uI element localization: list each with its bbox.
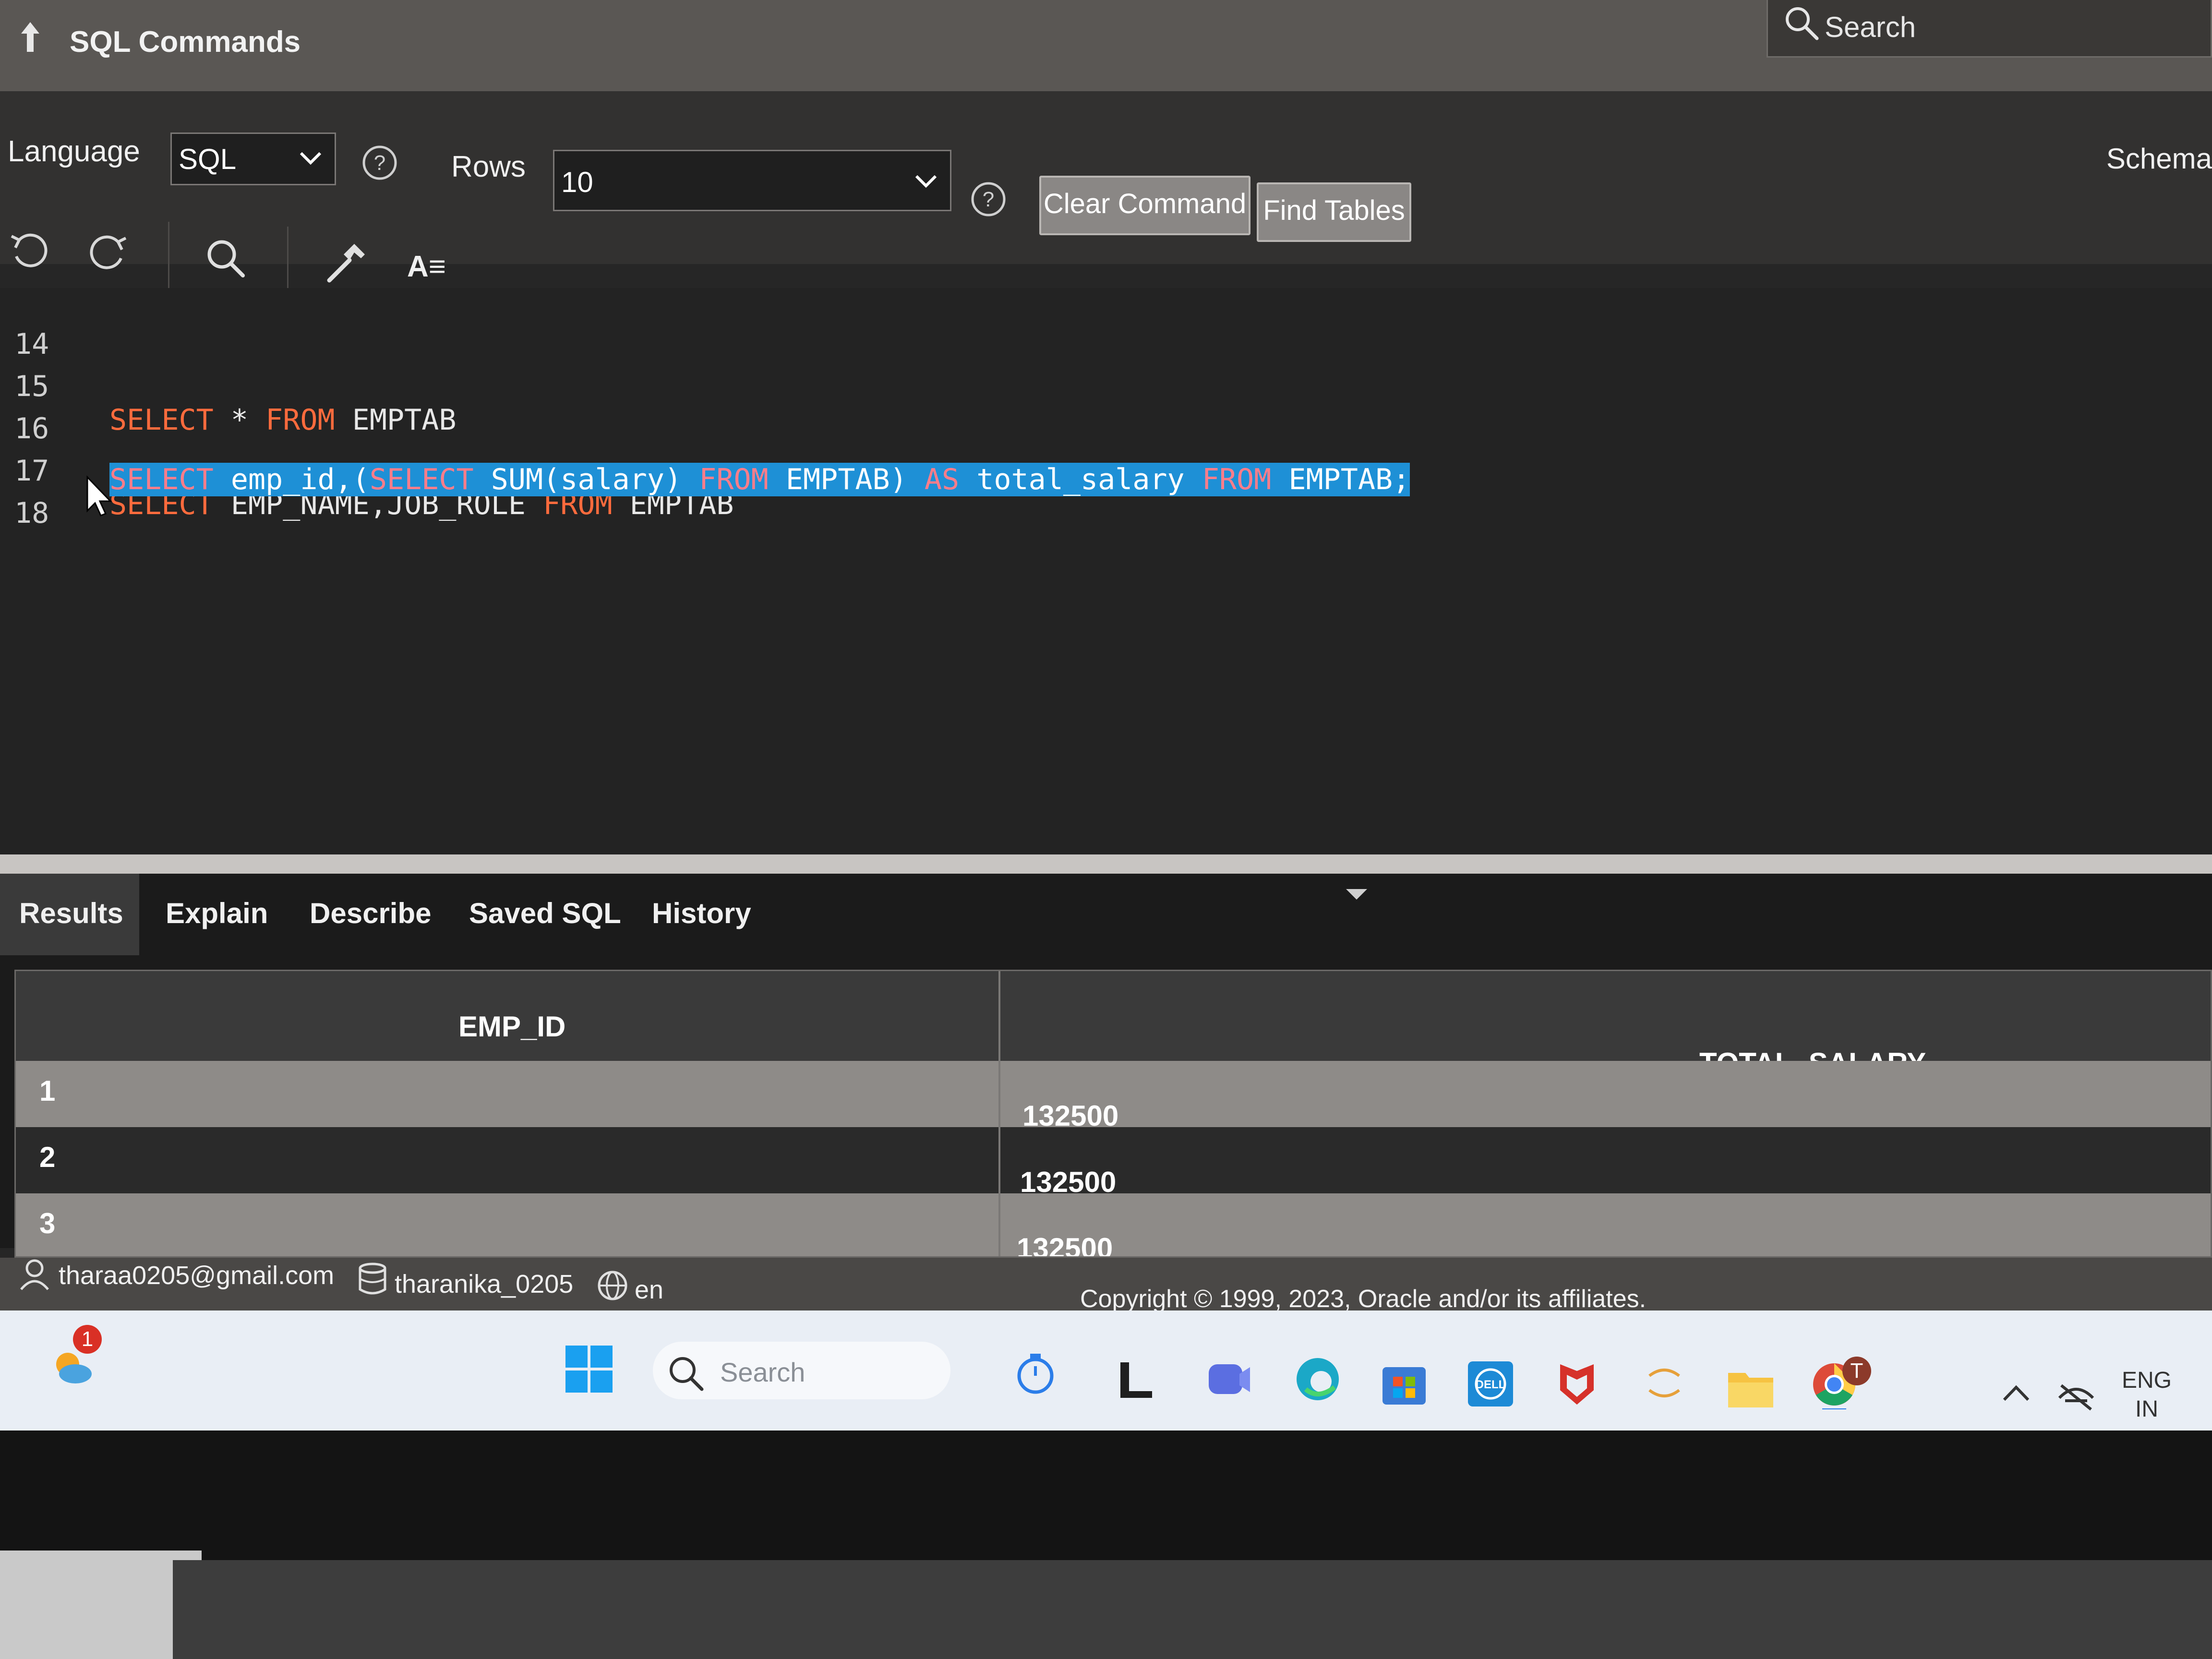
options-bar: Language SQL ? Rows 10 ? Clear Command F… (0, 91, 2212, 299)
selected-code-text: SELECT emp_id,(SELECT SUM(salary) FROM E… (109, 463, 1410, 496)
user-icon (20, 1259, 49, 1290)
help-icon[interactable]: ? (361, 144, 398, 181)
language-code[interactable]: en (635, 1275, 663, 1305)
back-arrow-icon[interactable] (17, 20, 43, 54)
sql-editor[interactable]: 14 15 SELECT * FROM EMPTAB 16 17 SELECT … (0, 288, 2212, 854)
text-format-icon[interactable]: A≡ (407, 250, 446, 284)
microsoft-store-icon[interactable] (1378, 1357, 1431, 1409)
meet-app-icon[interactable] (1202, 1353, 1255, 1406)
language-select-value: SQL (179, 143, 237, 175)
l-app-icon[interactable] (1110, 1353, 1163, 1406)
code-line: 17 SELECT EMP_NAME,JOB_ROLE FROM EMPTAB (0, 421, 733, 521)
collapse-handle-icon[interactable] (1344, 887, 1369, 902)
svg-text:DELL: DELL (1476, 1378, 1506, 1391)
results-table (14, 970, 2212, 1258)
lang-line2: IN (2135, 1396, 2158, 1422)
screen: SQL Commands Search Language SQL ? Rows … (0, 0, 2212, 1659)
code-text: SELECT * FROM EMPTAB (109, 403, 457, 437)
language-select[interactable]: SQL (170, 132, 336, 185)
line-number: 18 (14, 496, 49, 530)
tab-history[interactable]: History (652, 897, 751, 930)
file-explorer-icon[interactable] (1724, 1361, 1777, 1414)
chrome-profile-badge: T (1842, 1357, 1871, 1385)
network-off-icon[interactable] (2050, 1366, 2103, 1419)
page-title: SQL Commands (70, 25, 301, 59)
rows-select-value: 10 (561, 166, 593, 198)
input-language-indicator[interactable]: ENG IN (2122, 1366, 2172, 1424)
notification-badge: 1 (73, 1325, 102, 1354)
undo-icon[interactable] (5, 226, 51, 272)
schema-name[interactable]: tharanika_0205 (395, 1269, 573, 1299)
dell-app-icon[interactable]: DELL (1464, 1357, 1517, 1409)
clock-app-icon[interactable] (1009, 1348, 1062, 1401)
chevron-up-icon[interactable] (1990, 1368, 2043, 1421)
rows-label: Rows (451, 150, 526, 183)
clear-command-button[interactable]: Clear Command (1039, 176, 1250, 235)
search-icon (1786, 7, 1819, 40)
copyright-text: Copyright © 1999, 2023, Oracle and/or it… (1080, 1285, 1647, 1313)
svg-text:?: ? (983, 188, 994, 211)
search-icon[interactable] (203, 235, 249, 281)
mouse-pointer-icon (86, 475, 112, 517)
database-icon (359, 1262, 386, 1295)
code-line: 16 (0, 378, 104, 445)
chevron-down-icon (915, 175, 937, 188)
code-line: 15 SELECT * FROM EMPTAB (0, 336, 457, 437)
header-search-placeholder: Search (1825, 11, 1916, 43)
svg-text:?: ? (374, 151, 385, 175)
tab-results[interactable]: Results (0, 874, 139, 955)
chevron-down-icon (300, 152, 322, 165)
help-icon[interactable]: ? (970, 180, 1007, 218)
schema-label: Schema (2106, 143, 2212, 175)
toolbar-separator (168, 222, 169, 294)
lang-line1: ENG (2122, 1368, 2172, 1393)
tab-explain[interactable]: Explain (166, 897, 268, 930)
code-line: 14 (0, 294, 104, 361)
language-label: Language (8, 135, 140, 168)
panel-splitter[interactable] (0, 854, 2212, 874)
loading-app-icon[interactable] (1638, 1357, 1691, 1409)
windows-start-icon[interactable] (563, 1343, 615, 1395)
tab-describe[interactable]: Describe (310, 897, 431, 930)
laptop-hinge (173, 1560, 2212, 1659)
windows-taskbar (0, 1310, 2212, 1431)
user-email[interactable]: tharaa0205@gmail.com (59, 1261, 334, 1290)
desk-surface (0, 1551, 202, 1659)
globe-icon (598, 1271, 627, 1300)
hammer-icon[interactable] (323, 240, 369, 286)
redo-icon[interactable] (86, 228, 132, 274)
header-search[interactable]: Search (1767, 0, 2212, 58)
find-tables-button[interactable]: Find Tables (1257, 182, 1411, 242)
taskbar-search-placeholder: Search (720, 1357, 805, 1387)
mcafee-icon[interactable] (1551, 1357, 1603, 1409)
tab-saved-sql[interactable]: Saved SQL (469, 897, 621, 930)
edge-browser-icon[interactable] (1291, 1353, 1344, 1406)
rows-select[interactable]: 10 (553, 150, 951, 211)
search-icon (670, 1357, 704, 1391)
